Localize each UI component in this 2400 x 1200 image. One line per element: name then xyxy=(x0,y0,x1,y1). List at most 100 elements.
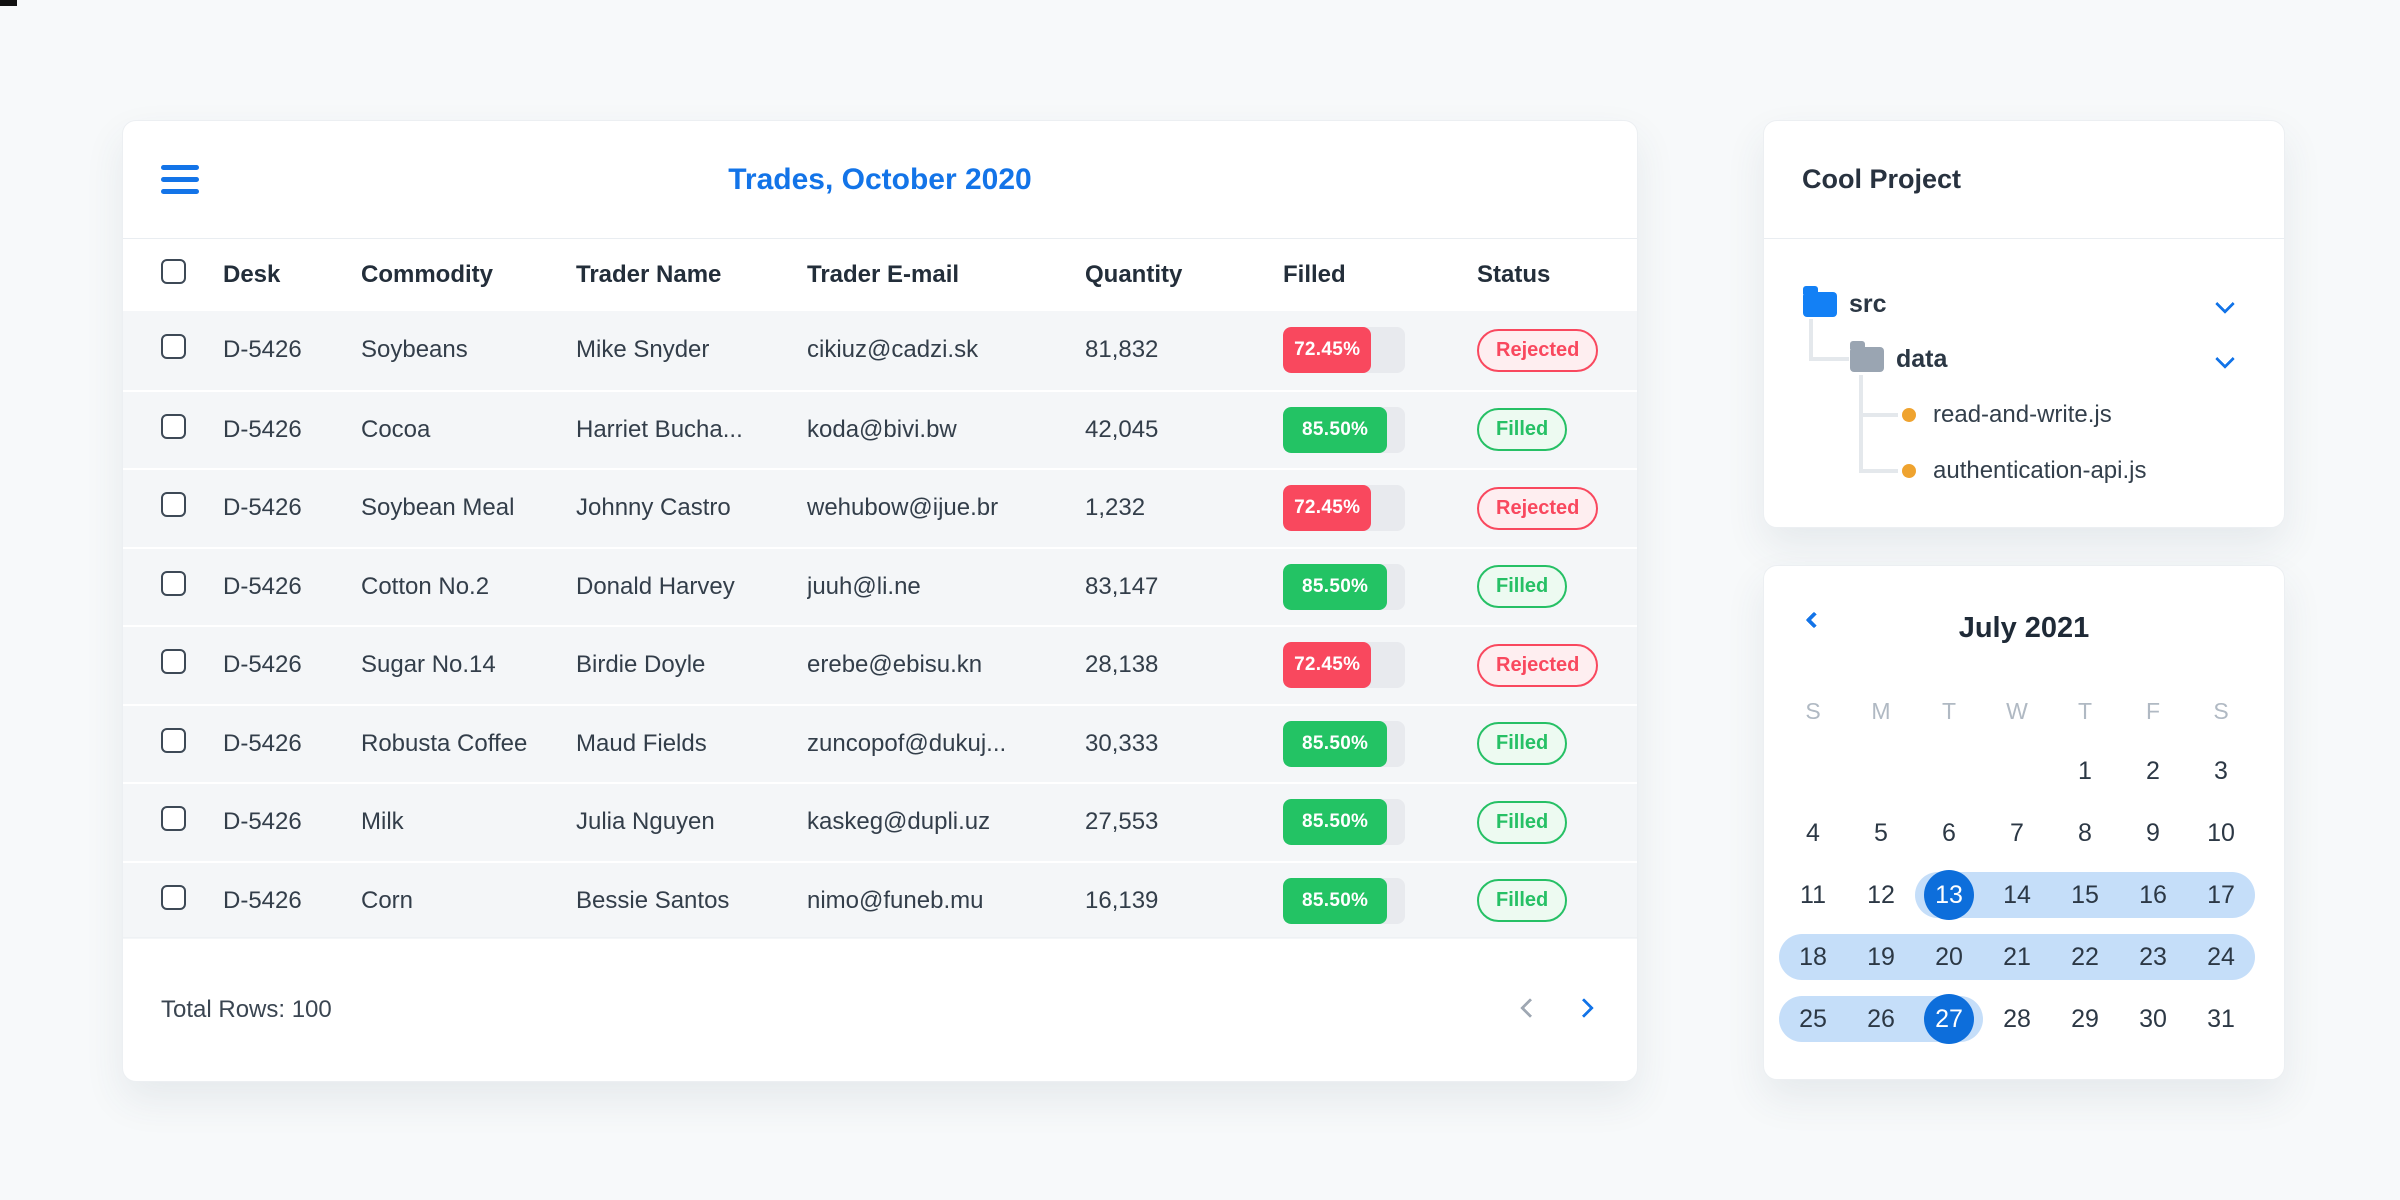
cell-quantity: 81,832 xyxy=(1085,336,1159,364)
project-title: Cool Project xyxy=(1802,164,1962,194)
row-checkbox[interactable] xyxy=(161,884,186,910)
cell-desk: D-5426 xyxy=(223,886,302,914)
day-number xyxy=(1856,746,1906,796)
day-cell-2[interactable]: 2 xyxy=(2119,740,2187,802)
day-cell-8[interactable]: 8 xyxy=(2051,802,2119,864)
prev-page-button[interactable] xyxy=(1519,997,1541,1022)
day-cell-19[interactable]: 19 xyxy=(1847,926,1915,988)
row-checkbox[interactable] xyxy=(161,727,186,753)
next-page-button[interactable] xyxy=(1573,997,1595,1022)
status-badge: Rejected xyxy=(1477,486,1599,530)
filled-percent-label: 85.50% xyxy=(1302,575,1369,597)
day-cell-15[interactable]: 15 xyxy=(2051,864,2119,926)
day-cell-5[interactable]: 5 xyxy=(1847,802,1915,864)
filled-progress-bar: 72.45% xyxy=(1283,327,1405,374)
day-cell-1[interactable]: 1 xyxy=(2051,740,2119,802)
cell-desk: D-5426 xyxy=(223,572,302,600)
cell-trader-email: koda@bivi.bw xyxy=(807,415,957,443)
table-header-row: Desk Commodity Trader Name Trader E-mail… xyxy=(123,239,1637,311)
day-cell-25[interactable]: 25 xyxy=(1779,988,1847,1050)
day-cell-27[interactable]: 27 xyxy=(1915,988,1983,1050)
day-cell-30[interactable]: 30 xyxy=(2119,988,2187,1050)
screenshot-artifact xyxy=(0,0,17,6)
day-cell-4[interactable]: 4 xyxy=(1779,802,1847,864)
tree-connector xyxy=(1859,469,1898,473)
filled-progress-fill: 72.45% xyxy=(1283,327,1372,374)
file-dot-icon xyxy=(1902,408,1916,422)
day-cell-7[interactable]: 7 xyxy=(1983,802,2051,864)
table-row: D-5426 Soybean Meal Johnny Castro wehubo… xyxy=(123,468,1637,547)
day-cell-17[interactable]: 17 xyxy=(2187,864,2255,926)
day-cell-12[interactable]: 12 xyxy=(1847,864,1915,926)
day-cell-31[interactable]: 31 xyxy=(2187,988,2255,1050)
cell-commodity: Soybean Meal xyxy=(361,494,515,522)
day-cell-23[interactable]: 23 xyxy=(2119,926,2187,988)
row-checkbox[interactable] xyxy=(161,806,186,832)
row-checkbox[interactable] xyxy=(161,570,186,596)
filled-progress-bar: 85.50% xyxy=(1283,406,1405,453)
day-cell-16[interactable]: 16 xyxy=(2119,864,2187,926)
cell-trader-email: juuh@li.ne xyxy=(807,572,921,600)
day-cell-14[interactable]: 14 xyxy=(1983,864,2051,926)
day-cell-9[interactable]: 9 xyxy=(2119,802,2187,864)
cell-trader-email: nimo@funeb.mu xyxy=(807,886,984,914)
column-header-trader-email: Trader E-mail xyxy=(807,261,960,288)
day-number: 9 xyxy=(2146,818,2160,847)
chevron-down-icon[interactable] xyxy=(2215,349,2235,369)
day-of-week-label: S xyxy=(2213,697,2229,724)
day-number: 15 xyxy=(2071,880,2099,909)
cell-commodity: Cotton No.2 xyxy=(361,572,490,600)
cell-commodity: Robusta Coffee xyxy=(361,729,528,757)
chevron-left-icon xyxy=(1520,998,1540,1018)
day-cell-20[interactable]: 20 xyxy=(1915,926,1983,988)
cell-desk: D-5426 xyxy=(223,336,302,364)
tree-item-src[interactable]: src xyxy=(1803,285,1887,318)
day-number xyxy=(1992,746,2042,796)
day-number: 1 xyxy=(2078,756,2092,785)
day-cell-18[interactable]: 18 xyxy=(1779,926,1847,988)
day-cell-28[interactable]: 28 xyxy=(1983,988,2051,1050)
status-badge: Filled xyxy=(1477,722,1568,766)
day-cell-6[interactable]: 6 xyxy=(1915,802,1983,864)
day-cell-29[interactable]: 29 xyxy=(2051,988,2119,1050)
row-checkbox[interactable] xyxy=(161,649,186,675)
day-number: 14 xyxy=(2003,880,2031,909)
filled-percent-label: 85.50% xyxy=(1302,732,1369,754)
chevron-down-icon[interactable] xyxy=(2215,294,2235,314)
cell-trader-email: wehubow@ijue.br xyxy=(807,494,999,522)
row-checkbox[interactable] xyxy=(161,492,186,518)
calendar-day-headers: SMTWTFS xyxy=(1779,694,2255,728)
tree-item-file[interactable]: authentication-api.js xyxy=(1902,457,2146,484)
filled-progress-fill: 85.50% xyxy=(1283,563,1388,610)
day-cell-3[interactable]: 3 xyxy=(2187,740,2255,802)
project-panel: Cool Project src data read-and-write.js … xyxy=(1763,120,2285,528)
day-number: 11 xyxy=(1800,880,1826,909)
status-badge: Rejected xyxy=(1477,643,1599,687)
tree-item-file[interactable]: read-and-write.js xyxy=(1902,401,2112,428)
row-checkbox[interactable] xyxy=(161,413,186,439)
day-cell-22[interactable]: 22 xyxy=(2051,926,2119,988)
cell-trader-name: Julia Nguyen xyxy=(576,808,715,836)
row-checkbox[interactable] xyxy=(161,334,186,360)
cell-trader-name: Birdie Doyle xyxy=(576,651,706,679)
day-cell-21[interactable]: 21 xyxy=(1983,926,2051,988)
select-all-checkbox[interactable] xyxy=(161,259,186,284)
day-cell-24[interactable]: 24 xyxy=(2187,926,2255,988)
day-number: 16 xyxy=(2139,880,2167,909)
table-row: D-5426 Sugar No.14 Birdie Doyle erebe@eb… xyxy=(123,625,1637,704)
day-cell-11[interactable]: 11 xyxy=(1779,864,1847,926)
day-cell-26[interactable]: 26 xyxy=(1847,988,1915,1050)
day-of-week-label: M xyxy=(1871,697,1891,724)
cell-quantity: 16,139 xyxy=(1085,886,1159,914)
day-number: 12 xyxy=(1867,880,1895,909)
day-cell-13[interactable]: 13 xyxy=(1915,864,1983,926)
cell-quantity: 1,232 xyxy=(1085,494,1146,522)
filled-progress-bar: 85.50% xyxy=(1283,563,1405,610)
day-of-week-label: T xyxy=(1941,697,1957,724)
day-cell-10[interactable]: 10 xyxy=(2187,802,2255,864)
table-row: D-5426 Cotton No.2 Donald Harvey juuh@li… xyxy=(123,546,1637,625)
cell-trader-name: Maud Fields xyxy=(576,729,707,757)
day-number: 17 xyxy=(2207,880,2235,909)
tree-item-data[interactable]: data xyxy=(1850,340,1947,373)
day-number: 24 xyxy=(2207,942,2235,971)
